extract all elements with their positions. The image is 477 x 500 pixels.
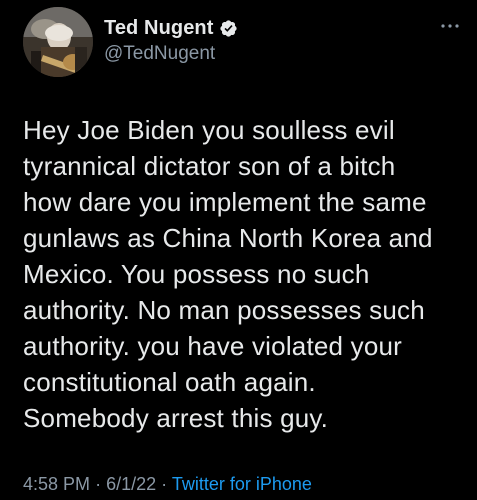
verified-badge-icon — [219, 19, 238, 38]
author-block[interactable]: Ted Nugent @TedNugent — [104, 15, 238, 65]
avatar-photo — [23, 7, 93, 77]
display-name[interactable]: Ted Nugent — [104, 17, 214, 40]
display-name-row: Ted Nugent — [104, 15, 238, 41]
tweet-card: Ted Nugent @TedNugent Hey Joe Biden you … — [0, 0, 477, 500]
avatar[interactable] — [23, 7, 93, 77]
more-options-icon[interactable] — [440, 18, 460, 28]
meta-separator: · — [161, 474, 168, 494]
tweet-time[interactable]: 4:58 PM — [23, 474, 90, 494]
tweet-text: Hey Joe Biden you soulless evil tyrannic… — [23, 115, 433, 433]
meta-separator: · — [95, 474, 102, 494]
user-handle[interactable]: @TedNugent — [104, 43, 238, 65]
tweet-date[interactable]: 6/1/22 — [106, 474, 156, 494]
tweet-metadata: 4:58 PM · 6/1/22 · Twitter for iPhone — [23, 474, 312, 495]
tweet-source-link[interactable]: Twitter for iPhone — [172, 474, 312, 494]
